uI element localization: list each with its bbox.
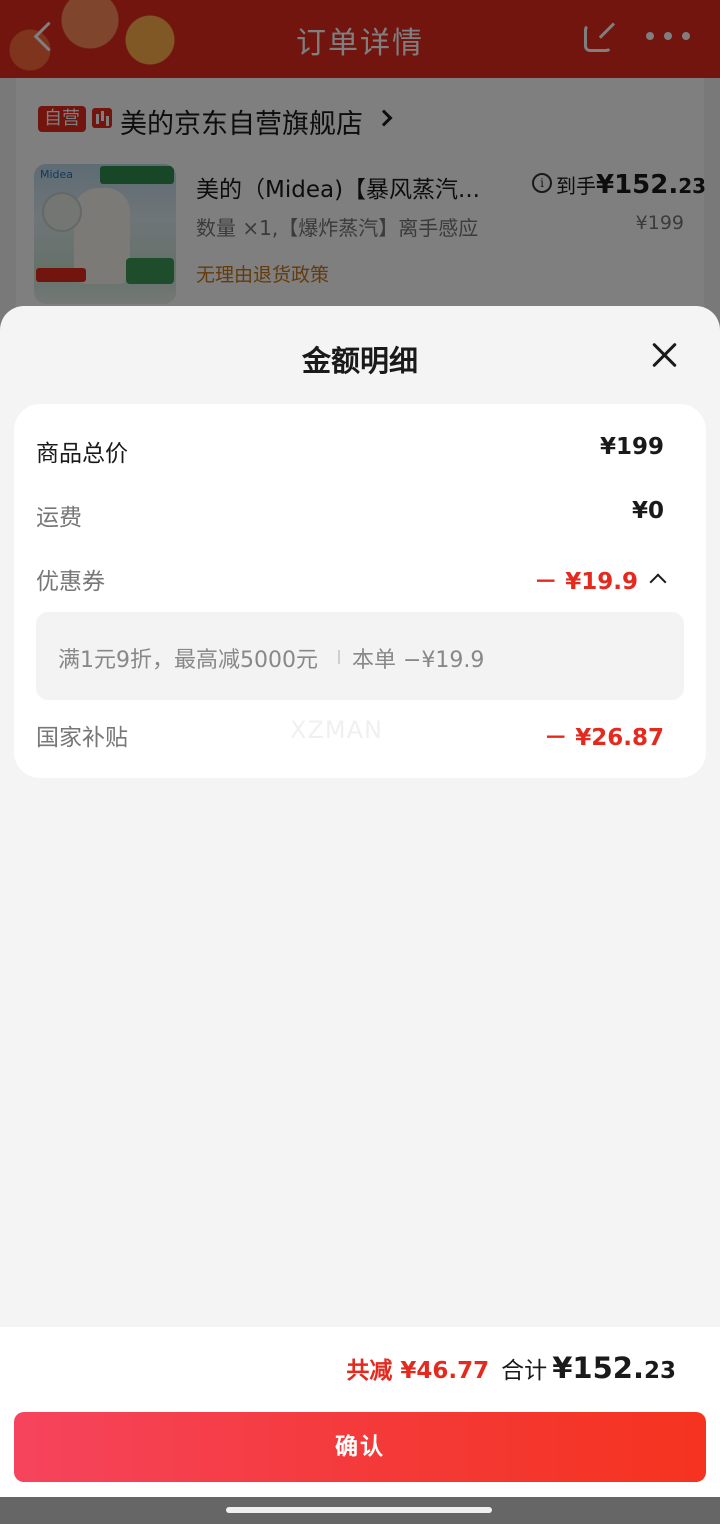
total-amount: ¥152.23 xyxy=(552,1351,676,1385)
confirm-button[interactable]: 确认 xyxy=(14,1412,706,1482)
close-icon[interactable] xyxy=(648,338,682,372)
watermark: XZMAN xyxy=(290,716,383,744)
coupon-detail: 满1元9折，最高减5000元 本单 −¥19.9 xyxy=(36,612,684,700)
summary-footer: 共减 ¥46.77 合计 ¥152.23 确认 xyxy=(0,1327,720,1497)
system-navigation-area xyxy=(0,1497,720,1524)
divider xyxy=(338,650,340,664)
shipping-label: 运费 xyxy=(36,505,82,531)
home-indicator[interactable] xyxy=(226,1507,492,1513)
shipping-amount: ¥0 xyxy=(631,498,664,524)
coupon-this-order: 本单 −¥19.9 xyxy=(352,648,485,673)
sheet-title: 金额明细 xyxy=(301,344,418,378)
amount-detail-card: 商品总价 ¥199 运费 ¥0 优惠券 － ¥19.9 满1元9折，最高减500… xyxy=(14,404,706,778)
coupon-row[interactable]: 优惠券 － ¥19.9 xyxy=(36,558,667,598)
shipping-row: 运费 ¥0 xyxy=(36,494,664,534)
goods-total-row: 商品总价 ¥199 xyxy=(36,430,664,470)
total-saved: 共减 ¥46.77 xyxy=(346,1358,490,1384)
goods-total-label: 商品总价 xyxy=(36,441,128,467)
amount-detail-sheet: 金额明细 商品总价 ¥199 运费 ¥0 优惠券 － ¥19.9 满1元9折，最… xyxy=(0,306,720,1496)
subsidy-label: 国家补贴 xyxy=(36,725,128,751)
modal-overlay[interactable] xyxy=(0,0,720,330)
coupon-rule: 满1元9折，最高减5000元 xyxy=(58,648,318,673)
coupon-label: 优惠券 xyxy=(36,569,105,595)
price-summary: 共减 ¥46.77 合计 ¥152.23 xyxy=(346,1351,676,1385)
chevron-up-icon[interactable] xyxy=(649,573,667,591)
coupon-amount: － ¥19.9 xyxy=(534,569,638,595)
goods-total-amount: ¥199 xyxy=(599,434,664,460)
total-label: 合计 xyxy=(501,1358,548,1384)
subsidy-amount: － ¥26.87 xyxy=(544,725,664,751)
